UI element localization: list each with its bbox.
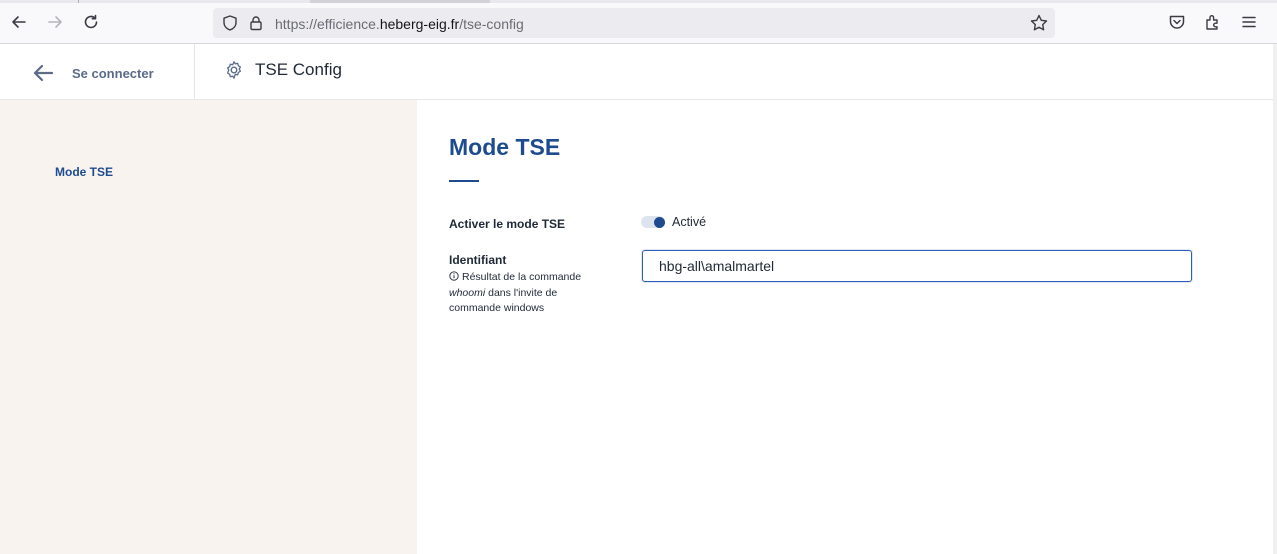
url-path: /tse-config <box>459 16 524 32</box>
url-text[interactable]: https://efficience.heberg-eig.fr/tse-con… <box>275 16 524 32</box>
extensions-icon[interactable] <box>1203 12 1223 32</box>
lock-icon[interactable] <box>247 14 265 32</box>
menu-icon[interactable] <box>1239 12 1259 32</box>
title-underline <box>449 180 479 182</box>
forward-arrow-icon[interactable] <box>43 10 67 34</box>
url-host: heberg-eig.fr <box>379 16 460 32</box>
page-title: Mode TSE <box>449 134 561 160</box>
shield-icon[interactable] <box>221 14 239 32</box>
toggle-knob <box>654 217 665 228</box>
address-bar[interactable]: https://efficience.heberg-eig.fr/tse-con… <box>213 8 1055 38</box>
identifier-hint: Résultat de la commande whoomi dans l'in… <box>449 270 609 317</box>
main-content: Mode TSE Activer le mode TSE Activé Iden… <box>417 100 1277 554</box>
app-header: Se connecter TSE Config <box>0 44 1277 100</box>
gear-icon <box>226 61 242 79</box>
back-to-login-link[interactable]: Se connecter <box>30 58 154 88</box>
back-link-label: Se connecter <box>72 65 154 81</box>
header-divider <box>194 44 195 100</box>
back-arrow-icon[interactable] <box>7 10 31 34</box>
tse-toggle-label: Activer le mode TSE <box>449 217 566 231</box>
pocket-icon[interactable] <box>1167 12 1187 32</box>
url-prefix: https://efficience. <box>275 16 380 32</box>
bookmark-star-icon[interactable] <box>1029 13 1049 33</box>
page-header-title: TSE Config <box>224 60 342 80</box>
browser-toolbar: https://efficience.heberg-eig.fr/tse-con… <box>0 0 1277 44</box>
hint-command: whoomi <box>449 286 486 299</box>
arrow-left-icon <box>33 64 54 82</box>
toggle-state-label: Activé <box>672 215 707 229</box>
identifier-input[interactable] <box>642 250 1192 282</box>
sidebar-item-mode-tse[interactable]: Mode TSE <box>55 165 113 179</box>
info-icon <box>449 271 459 281</box>
header-title-text: TSE Config <box>255 60 342 79</box>
reload-icon[interactable] <box>79 10 103 34</box>
window-edge <box>1273 44 1277 554</box>
identifier-label: Identifiant <box>449 253 507 267</box>
sidebar: Mode TSE <box>0 100 417 554</box>
tab-strip-edge <box>0 0 1277 3</box>
tse-mode-toggle[interactable] <box>641 216 665 228</box>
hint-text-before: Résultat de la commande <box>462 271 582 283</box>
